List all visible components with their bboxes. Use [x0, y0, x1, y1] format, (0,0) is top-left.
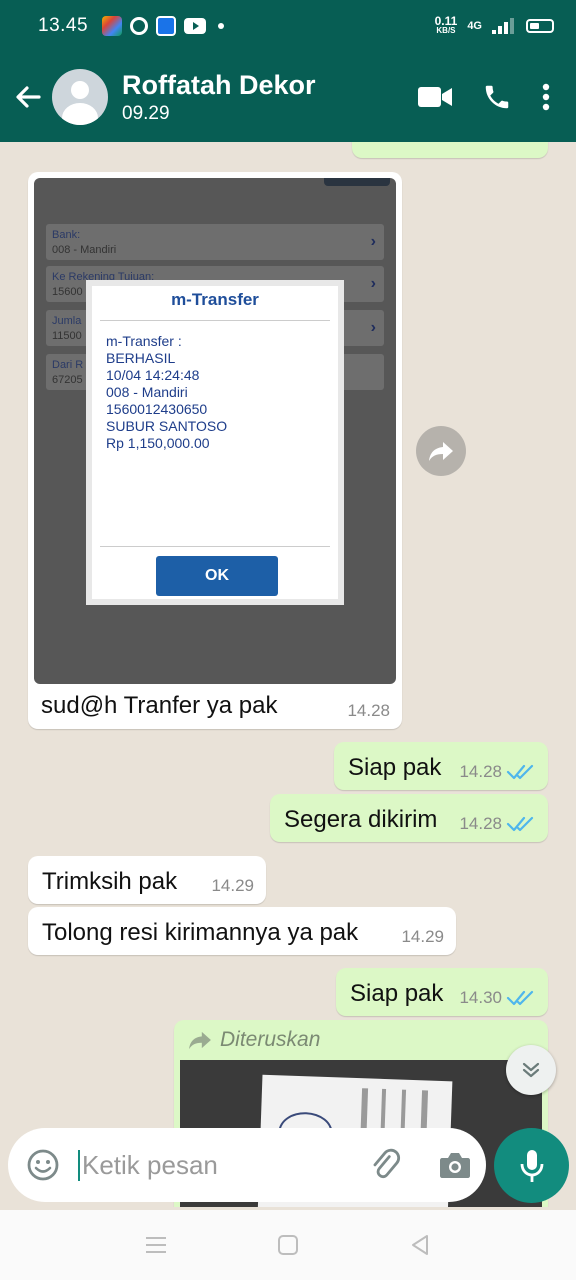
dialog-line: SUBUR SANTOSO: [106, 418, 228, 434]
header-actions: [418, 82, 550, 112]
more-vert-icon[interactable]: [542, 83, 550, 111]
dialog-line: Rp 1,150,000.00: [106, 435, 210, 451]
status-bar: 13.45 0.11 KB/S 4G: [0, 0, 576, 52]
chevron-right-icon: ›: [370, 275, 376, 292]
avatar-body: [62, 103, 98, 125]
emoji-icon[interactable]: [26, 1148, 60, 1182]
message-text: Tolong resi kirimannya ya pak: [42, 919, 359, 946]
contact-info[interactable]: Roffatah Dekor 09.29: [122, 69, 316, 125]
screenshot-row-label: Bank:: [52, 229, 81, 241]
message-bubble-outgoing[interactable]: Segera dikirim 14.28: [270, 794, 548, 842]
message-bubble-outgoing[interactable]: Siap pak 14.28: [334, 742, 548, 790]
chat-area[interactable]: Bank: 008 - Mandiri › Ke Rekening Tujuan…: [0, 142, 576, 1207]
dialog-line: 1560012430650: [106, 401, 208, 417]
dialog-ok-button: OK: [156, 556, 278, 596]
dialog-divider: [100, 320, 330, 321]
speed-unit: KB/S: [436, 26, 456, 35]
back-button[interactable]: [4, 52, 52, 142]
status-right: 0.11 KB/S 4G: [434, 14, 554, 36]
message-composer: [8, 1128, 486, 1202]
notification-icons: [102, 16, 225, 36]
message-time: 14.28: [459, 762, 502, 781]
message-meta: 14.28: [459, 762, 536, 782]
back-arrow-icon: [16, 86, 41, 108]
scroll-to-bottom-button[interactable]: [506, 1045, 556, 1095]
message-input[interactable]: [78, 1149, 338, 1181]
message-meta: 14.30: [459, 988, 536, 1008]
double-check-icon: [506, 816, 534, 832]
network-type: 4G: [467, 20, 482, 32]
contact-name: Roffatah Dekor: [122, 70, 316, 100]
forward-button[interactable]: [416, 426, 466, 476]
signal-icon: [492, 18, 514, 34]
speed-value: 0.11: [434, 14, 458, 28]
dialog-line: 008 - Mandiri: [106, 384, 188, 400]
camera-icon[interactable]: [438, 1150, 472, 1180]
image-message[interactable]: Bank: 008 - Mandiri › Ke Rekening Tujuan…: [28, 172, 402, 729]
phone-icon[interactable]: [482, 82, 512, 112]
forward-icon: [189, 1031, 211, 1050]
transfer-screenshot-image[interactable]: Bank: 008 - Mandiri › Ke Rekening Tujuan…: [34, 178, 396, 684]
message-bubble-incoming[interactable]: Tolong resi kirimannya ya pak 14.29: [28, 907, 456, 955]
opera-app-icon: [130, 17, 149, 35]
avatar-head: [71, 81, 89, 99]
voice-record-button[interactable]: [494, 1128, 569, 1203]
avatar[interactable]: [52, 69, 108, 125]
message-time: 14.29: [211, 876, 254, 895]
double-check-icon: [506, 990, 534, 1006]
dialog-lines: m-Transfer : BERHASIL 10/04 14:24:48 008…: [106, 333, 338, 452]
youtube-icon: [184, 18, 207, 34]
scroll-down-icon: [522, 1062, 540, 1078]
message-text: Siap pak: [348, 754, 442, 781]
message-text: Siap pak: [350, 980, 444, 1007]
message-text: Trimksih pak: [42, 868, 178, 895]
message-time: 14.28: [347, 701, 390, 720]
nav-back-icon[interactable]: [409, 1234, 431, 1256]
battery-icon: [526, 19, 554, 33]
last-seen: 09.29: [122, 103, 170, 124]
forwarded-label-text: Diteruskan: [220, 1028, 321, 1051]
dialog-line: 10/04 14:24:48: [106, 367, 200, 383]
screenshot-row-value: 008 - Mandiri: [52, 244, 117, 256]
message-meta: 14.28: [459, 814, 536, 834]
chevron-right-icon: ›: [370, 233, 376, 250]
app-notification-icon: [156, 16, 177, 36]
video-call-icon[interactable]: [418, 86, 452, 108]
more-notifications-dot: [218, 23, 225, 29]
forward-icon: [429, 442, 453, 461]
dialog-title: m-Transfer: [171, 290, 259, 309]
network-speed: 0.11 KB/S: [434, 14, 458, 36]
previous-message-fragment: [352, 142, 548, 158]
image-caption: sud@h Tranfer ya pak: [41, 692, 278, 719]
chevron-right-icon: ›: [370, 319, 376, 336]
mic-icon: [520, 1149, 543, 1182]
dialog-line: m-Transfer :: [106, 333, 182, 349]
nav-home-icon[interactable]: [277, 1234, 299, 1256]
message-bubble-incoming[interactable]: Trimksih pak 14.29: [28, 856, 266, 904]
message-time: 14.29: [401, 927, 444, 946]
screenshot-row: Bank: 008 - Mandiri ›: [46, 224, 384, 260]
composer-actions: [368, 1148, 472, 1182]
screenshot-top-bar: [324, 178, 390, 186]
photos-app-icon: [102, 16, 123, 36]
chat-header: Roffatah Dekor 09.29: [0, 52, 576, 142]
message-time: 14.30: [459, 988, 502, 1007]
mtransfer-dialog: m-Transfer m-Transfer : BERHASIL 10/04 1…: [86, 280, 344, 605]
forwarded-label: Diteruskan: [188, 1028, 320, 1052]
message-text: Segera dikirim: [284, 806, 438, 833]
dialog-bottom-divider: [100, 546, 330, 547]
double-check-icon: [506, 764, 534, 780]
message-time: 14.28: [459, 814, 502, 833]
message-bubble-outgoing[interactable]: Siap pak 14.30: [336, 968, 548, 1016]
dialog-line: BERHASIL: [106, 350, 176, 366]
system-nav-bar: [0, 1210, 576, 1280]
status-time: 13.45: [38, 15, 89, 36]
attach-icon[interactable]: [368, 1148, 402, 1182]
nav-menu-icon[interactable]: [145, 1235, 167, 1255]
